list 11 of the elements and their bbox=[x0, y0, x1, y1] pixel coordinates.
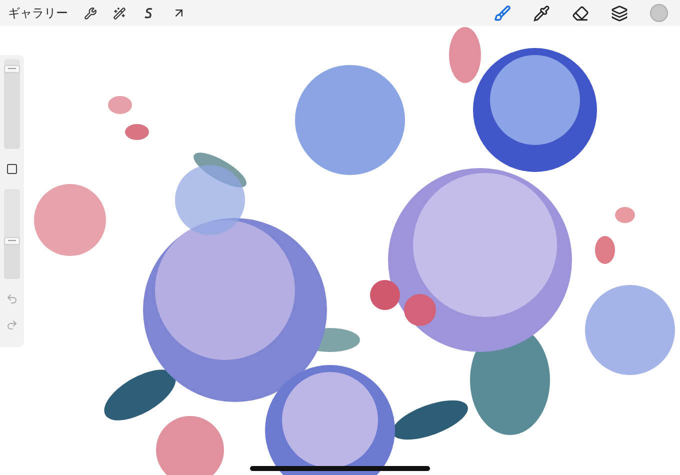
brush-icon[interactable] bbox=[494, 4, 511, 22]
gallery-button[interactable]: ギャラリー bbox=[8, 4, 68, 22]
magic-wand-icon[interactable] bbox=[113, 6, 126, 20]
layers-icon[interactable] bbox=[611, 4, 628, 22]
slider-thumb[interactable] bbox=[4, 64, 20, 73]
modify-button-icon[interactable] bbox=[6, 163, 18, 175]
size-slider[interactable] bbox=[4, 189, 20, 279]
eraser-icon[interactable] bbox=[572, 4, 589, 22]
settings-icon[interactable] bbox=[84, 6, 97, 20]
color-swatch[interactable] bbox=[650, 4, 668, 22]
slider-thumb[interactable] bbox=[4, 236, 20, 245]
